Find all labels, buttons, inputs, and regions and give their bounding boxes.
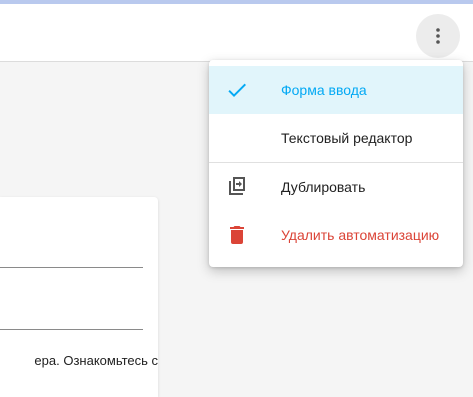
check-icon <box>228 83 246 97</box>
menu-item-label: Удалить автоматизацию <box>281 227 440 243</box>
trash-icon <box>230 226 244 244</box>
duplicate-icon <box>229 177 245 195</box>
editor-card: ера. Ознакомьтесь с <box>0 197 158 397</box>
menu-item-label: Текстовый редактор <box>281 130 413 146</box>
menu-item-text-editor[interactable]: Текстовый редактор <box>209 114 463 162</box>
overflow-menu: Форма ввода Текстовый редактор Дублирова… <box>209 60 463 267</box>
menu-item-delete-automation[interactable]: Удалить автоматизацию <box>209 211 463 259</box>
input-underline <box>0 267 143 268</box>
more-vertical-icon <box>436 28 440 44</box>
input-underline <box>0 329 143 330</box>
menu-item-duplicate[interactable]: Дублировать <box>209 163 463 211</box>
menu-item-label: Дублировать <box>281 179 366 195</box>
card-description: ера. Ознакомьтесь с <box>34 353 158 368</box>
more-options-button[interactable] <box>416 14 460 58</box>
menu-item-label: Форма ввода <box>281 82 367 98</box>
top-toolbar <box>0 4 473 62</box>
menu-item-form-input[interactable]: Форма ввода <box>209 66 463 114</box>
